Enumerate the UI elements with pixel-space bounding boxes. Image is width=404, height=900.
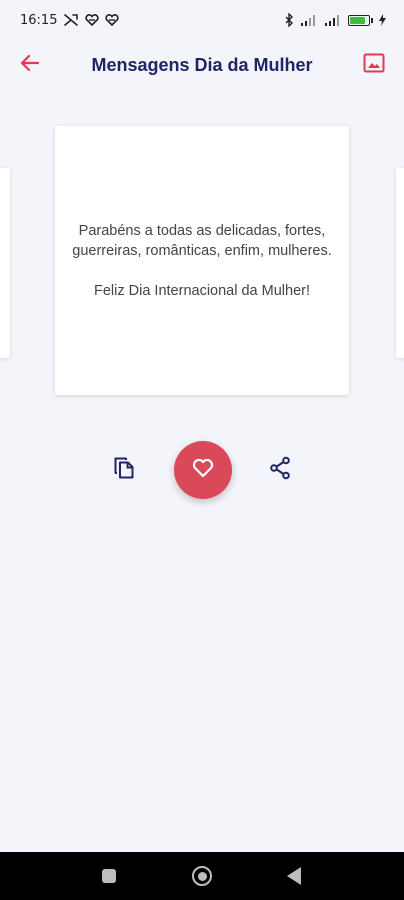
image-button[interactable]: [358, 50, 390, 80]
previous-card-peek[interactable]: [0, 168, 10, 358]
message-body: Parabéns a todas as delicadas, fortes, g…: [72, 222, 332, 259]
status-bar: 16:15: [0, 0, 404, 40]
message-closing: Feliz Dia Internacional da Mulher!: [94, 282, 310, 299]
heart-notification-icon: [85, 14, 100, 26]
share-button[interactable]: [266, 456, 294, 484]
app-bar: Mensagens Dia da Mulher: [0, 40, 404, 90]
status-right: [285, 13, 386, 27]
action-bar: [0, 440, 404, 500]
message-carousel[interactable]: Parabéns a todas as delicadas, fortes, g…: [0, 124, 404, 399]
image-icon: [363, 53, 385, 78]
copy-icon: [113, 456, 135, 485]
page-title: Mensagens Dia da Mulher: [91, 55, 313, 75]
heart-notification-icon: [105, 14, 120, 26]
bluetooth-icon: [285, 13, 294, 27]
battery-fill: [350, 16, 365, 24]
message-card: Parabéns a todas as delicadas, fortes, g…: [55, 126, 349, 395]
arrow-left-icon: [20, 54, 40, 77]
favorite-button[interactable]: [174, 441, 232, 499]
share-icon: [269, 456, 291, 485]
signal-icon: [324, 14, 342, 27]
next-card-peek[interactable]: [396, 168, 404, 358]
home-icon: [197, 871, 207, 881]
heart-icon: [192, 458, 214, 483]
status-left: 16:15: [20, 12, 120, 28]
recents-button[interactable]: [102, 869, 116, 883]
status-time: 16:15: [20, 12, 58, 28]
back-button[interactable]: [14, 50, 46, 80]
copy-button[interactable]: [110, 456, 138, 484]
charging-icon: [379, 14, 386, 26]
notification-icon: [63, 13, 79, 27]
home-button[interactable]: [192, 866, 212, 886]
battery-icon: [348, 14, 373, 26]
system-nav-bar: [0, 852, 404, 900]
system-back-button[interactable]: [287, 867, 301, 885]
signal-icon: [300, 14, 318, 27]
